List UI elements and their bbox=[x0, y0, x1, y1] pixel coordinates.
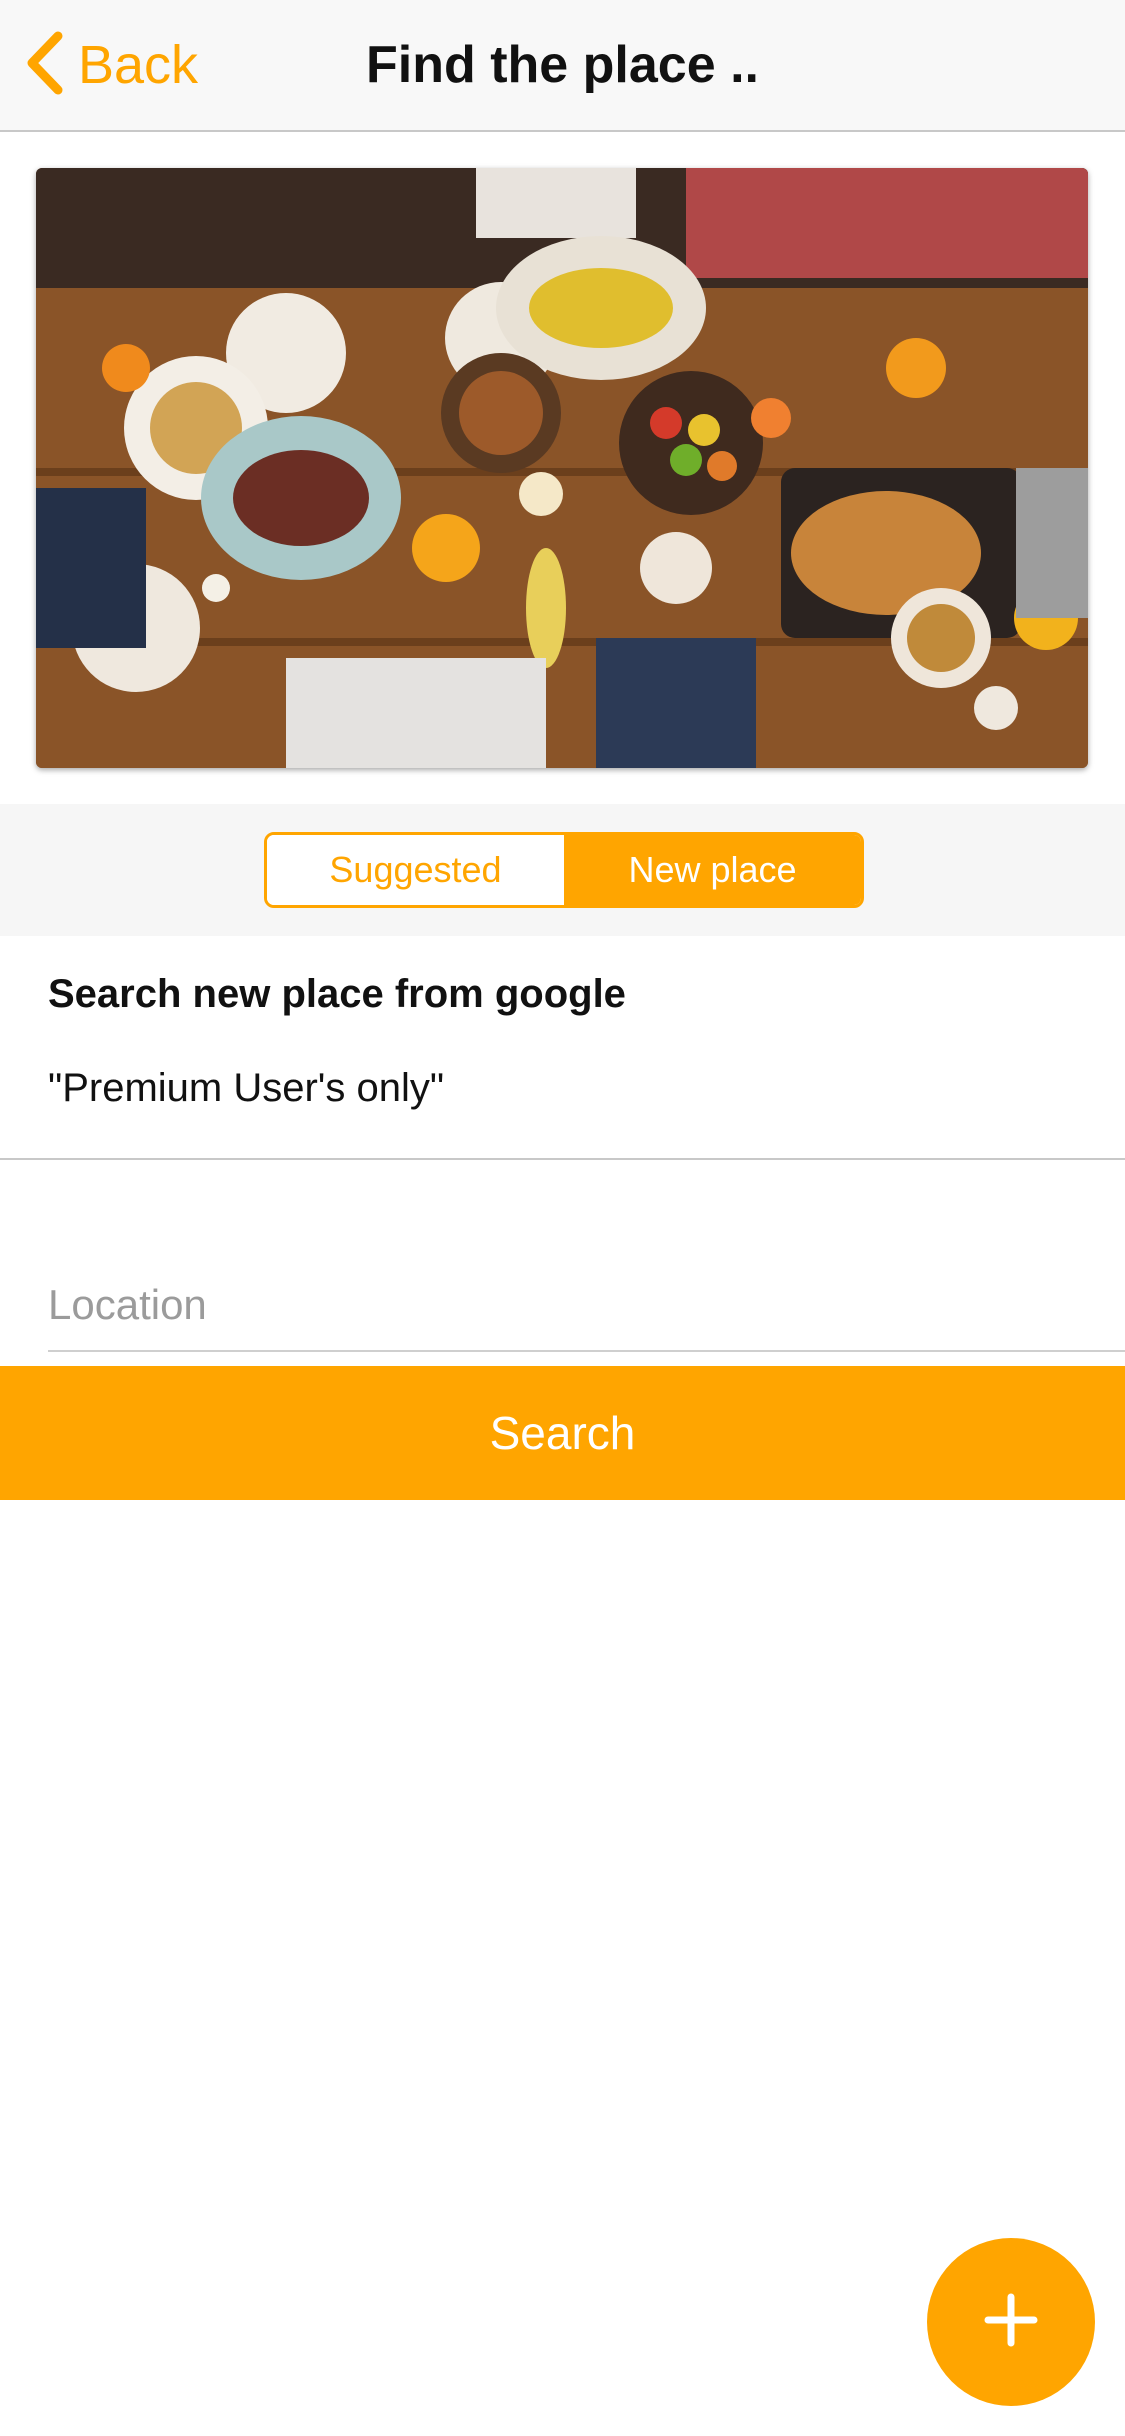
chevron-left-icon bbox=[22, 30, 66, 101]
back-label: Back bbox=[78, 35, 199, 95]
add-button[interactable] bbox=[927, 2238, 1095, 2406]
location-input[interactable] bbox=[48, 1260, 1125, 1352]
segmented-control: Suggested New place bbox=[264, 832, 864, 908]
tab-suggested[interactable]: Suggested bbox=[267, 835, 564, 905]
plus-icon bbox=[984, 2293, 1038, 2352]
hero-image bbox=[36, 168, 1088, 768]
dinner-table-photo bbox=[36, 168, 1088, 768]
search-button[interactable]: Search bbox=[0, 1366, 1125, 1500]
premium-note: "Premium User's only" bbox=[48, 1066, 445, 1110]
segment-area: Suggested New place bbox=[0, 804, 1125, 936]
divider bbox=[0, 1158, 1125, 1160]
back-button[interactable]: Back bbox=[22, 30, 198, 100]
tab-new-place[interactable]: New place bbox=[564, 835, 861, 905]
section-heading: Search new place from google bbox=[48, 972, 626, 1016]
nav-bar: Find the place .. Back bbox=[0, 0, 1125, 132]
